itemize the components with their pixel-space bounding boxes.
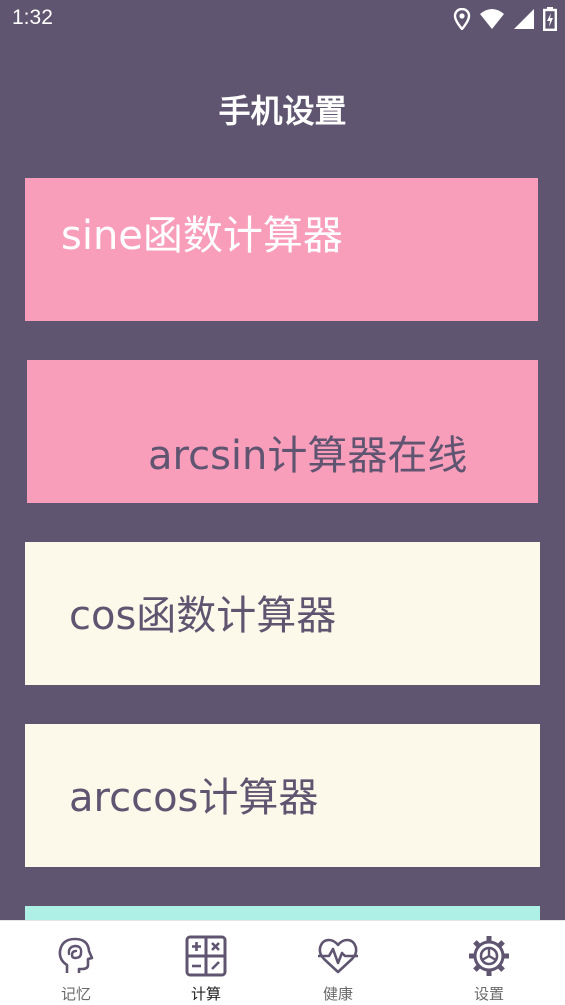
card-label: arccos计算器 xyxy=(69,775,319,821)
heartbeat-icon xyxy=(318,938,358,974)
battery-charging-icon xyxy=(543,7,557,31)
nav-label: 记忆 xyxy=(60,985,91,1003)
card-cos-calculator[interactable]: cos函数计算器 xyxy=(25,542,540,685)
status-bar: 1:32 xyxy=(0,0,565,40)
brain-head-icon xyxy=(58,937,94,973)
nav-item-health[interactable]: 健康 xyxy=(288,921,388,1005)
bottom-nav: 记忆 计算 健康 设置 xyxy=(0,920,565,1005)
nav-label: 健康 xyxy=(322,985,353,1003)
signal-icon xyxy=(514,9,534,29)
wifi-icon xyxy=(480,9,504,29)
nav-item-memory[interactable]: 记忆 xyxy=(26,921,126,1005)
status-time: 1:32 xyxy=(12,6,53,29)
card-arccos-calculator[interactable]: arccos计算器 xyxy=(25,724,540,867)
gear-icon xyxy=(469,936,509,976)
card-label: arcsin计算器在线 xyxy=(148,433,468,479)
card-arcsin-calculator[interactable]: arcsin计算器在线 xyxy=(27,360,538,503)
status-icons xyxy=(453,6,557,32)
nav-label: 设置 xyxy=(473,985,504,1003)
nav-item-settings[interactable]: 设置 xyxy=(439,921,539,1005)
card-label: cos函数计算器 xyxy=(69,593,337,639)
nav-item-calculate[interactable]: 计算 xyxy=(156,921,256,1005)
card-sine-calculator[interactable]: sine函数计算器 xyxy=(25,178,538,321)
calculator-icon xyxy=(185,935,227,977)
card-label: sine函数计算器 xyxy=(61,213,343,259)
location-icon xyxy=(453,8,471,30)
page-title: 手机设置 xyxy=(218,92,347,130)
nav-label: 计算 xyxy=(190,985,221,1003)
